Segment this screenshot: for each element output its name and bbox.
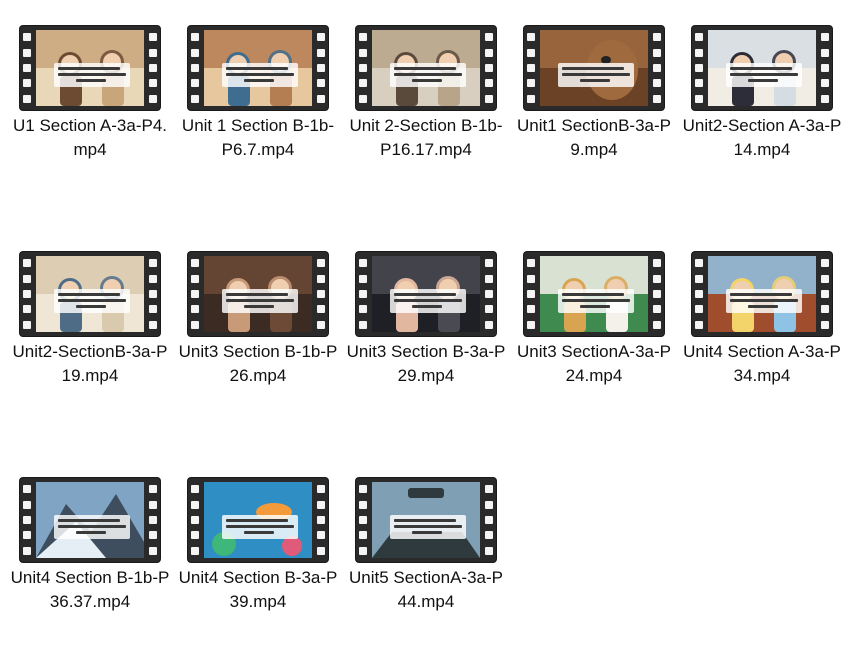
file-name-label[interactable]: Unit4 Section B-1b-P36.37.mp4	[10, 566, 170, 614]
file-grid: U1 Section A-3a-P4.mp4 Unit 1 Section B-…	[0, 0, 852, 648]
file-item[interactable]: Unit1 SectionB-3a-P9.mp4	[514, 6, 674, 216]
film-strip-left	[692, 26, 706, 110]
film-strip-left	[524, 26, 538, 110]
video-file-icon	[372, 256, 480, 332]
video-file-icon	[372, 482, 480, 558]
film-strip-right	[818, 252, 832, 336]
video-file-icon	[36, 256, 144, 332]
subtitle-caption	[558, 289, 634, 313]
video-file-icon	[36, 482, 144, 558]
video-file-icon	[708, 256, 816, 332]
film-strip-left	[356, 26, 370, 110]
file-item[interactable]: Unit 1 Section B-1b-P6.7.mp4	[178, 6, 338, 216]
video-thumbnail[interactable]	[20, 478, 160, 562]
film-strip-left	[356, 252, 370, 336]
film-strip-left	[20, 252, 34, 336]
file-name-label[interactable]: Unit1 SectionB-3a-P9.mp4	[514, 114, 674, 162]
video-thumbnail[interactable]	[20, 252, 160, 336]
video-thumbnail[interactable]	[188, 478, 328, 562]
film-strip-right	[146, 26, 160, 110]
film-strip-left	[20, 26, 34, 110]
file-name-label[interactable]: Unit 1 Section B-1b-P6.7.mp4	[178, 114, 338, 162]
file-name-label[interactable]: Unit4 Section B-3a-P39.mp4	[178, 566, 338, 614]
video-thumbnail[interactable]	[692, 252, 832, 336]
video-thumbnail[interactable]	[524, 26, 664, 110]
film-strip-right	[650, 26, 664, 110]
video-thumbnail[interactable]	[188, 26, 328, 110]
film-strip-left	[524, 252, 538, 336]
video-thumbnail[interactable]	[20, 26, 160, 110]
file-name-label[interactable]: Unit3 SectionA-3a-P24.mp4	[514, 340, 674, 388]
file-item[interactable]: Unit4 Section B-1b-P36.37.mp4	[10, 458, 170, 668]
video-file-icon	[204, 30, 312, 106]
file-name-label[interactable]: Unit4 Section A-3a-P34.mp4	[682, 340, 842, 388]
film-strip-left	[188, 252, 202, 336]
video-thumbnail[interactable]	[692, 26, 832, 110]
file-item[interactable]: Unit2-Section A-3a-P14.mp4	[682, 6, 842, 216]
subtitle-caption	[54, 63, 130, 87]
film-strip-right	[314, 478, 328, 562]
file-item[interactable]: Unit5 SectionA-3a-P44.mp4	[346, 458, 506, 668]
subtitle-caption	[222, 515, 298, 539]
subtitle-caption	[222, 289, 298, 313]
subtitle-caption	[726, 63, 802, 87]
film-strip-right	[818, 26, 832, 110]
video-thumbnail[interactable]	[356, 26, 496, 110]
subtitle-caption	[54, 515, 130, 539]
subtitle-caption	[390, 63, 466, 87]
film-strip-right	[482, 26, 496, 110]
film-strip-left	[188, 478, 202, 562]
video-file-icon	[36, 30, 144, 106]
file-name-label[interactable]: U1 Section A-3a-P4.mp4	[10, 114, 170, 162]
film-strip-left	[692, 252, 706, 336]
video-file-icon	[540, 30, 648, 106]
video-thumbnail[interactable]	[356, 252, 496, 336]
film-strip-left	[356, 478, 370, 562]
file-item[interactable]: Unit2-SectionB-3a-P19.mp4	[10, 232, 170, 442]
file-name-label[interactable]: Unit3 Section B-3a-P29.mp4	[346, 340, 506, 388]
video-file-icon	[708, 30, 816, 106]
film-strip-right	[314, 26, 328, 110]
video-file-icon	[372, 30, 480, 106]
video-file-icon	[204, 256, 312, 332]
file-item[interactable]: Unit3 Section B-3a-P29.mp4	[346, 232, 506, 442]
file-item[interactable]: Unit4 Section B-3a-P39.mp4	[178, 458, 338, 668]
file-item[interactable]: Unit3 SectionA-3a-P24.mp4	[514, 232, 674, 442]
file-item[interactable]: Unit4 Section A-3a-P34.mp4	[682, 232, 842, 442]
video-thumbnail[interactable]	[188, 252, 328, 336]
file-name-label[interactable]: Unit3 Section B-1b-P26.mp4	[178, 340, 338, 388]
film-strip-right	[146, 252, 160, 336]
subtitle-caption	[390, 515, 466, 539]
file-name-label[interactable]: Unit5 SectionA-3a-P44.mp4	[346, 566, 506, 614]
file-name-label[interactable]: Unit2-SectionB-3a-P19.mp4	[10, 340, 170, 388]
file-item[interactable]: U1 Section A-3a-P4.mp4	[10, 6, 170, 216]
subtitle-caption	[390, 289, 466, 313]
film-strip-right	[146, 478, 160, 562]
subtitle-caption	[726, 289, 802, 313]
file-name-label[interactable]: Unit2-Section A-3a-P14.mp4	[682, 114, 842, 162]
video-file-icon	[204, 482, 312, 558]
film-strip-right	[482, 478, 496, 562]
subtitle-caption	[222, 63, 298, 87]
file-item[interactable]: Unit 2-Section B-1b-P16.17.mp4	[346, 6, 506, 216]
subtitle-caption	[54, 289, 130, 313]
video-thumbnail[interactable]	[524, 252, 664, 336]
file-item[interactable]: Unit3 Section B-1b-P26.mp4	[178, 232, 338, 442]
film-strip-right	[482, 252, 496, 336]
film-strip-left	[188, 26, 202, 110]
video-file-icon	[540, 256, 648, 332]
film-strip-left	[20, 478, 34, 562]
film-strip-right	[650, 252, 664, 336]
video-thumbnail[interactable]	[356, 478, 496, 562]
subtitle-caption	[558, 63, 634, 87]
film-strip-right	[314, 252, 328, 336]
file-name-label[interactable]: Unit 2-Section B-1b-P16.17.mp4	[346, 114, 506, 162]
